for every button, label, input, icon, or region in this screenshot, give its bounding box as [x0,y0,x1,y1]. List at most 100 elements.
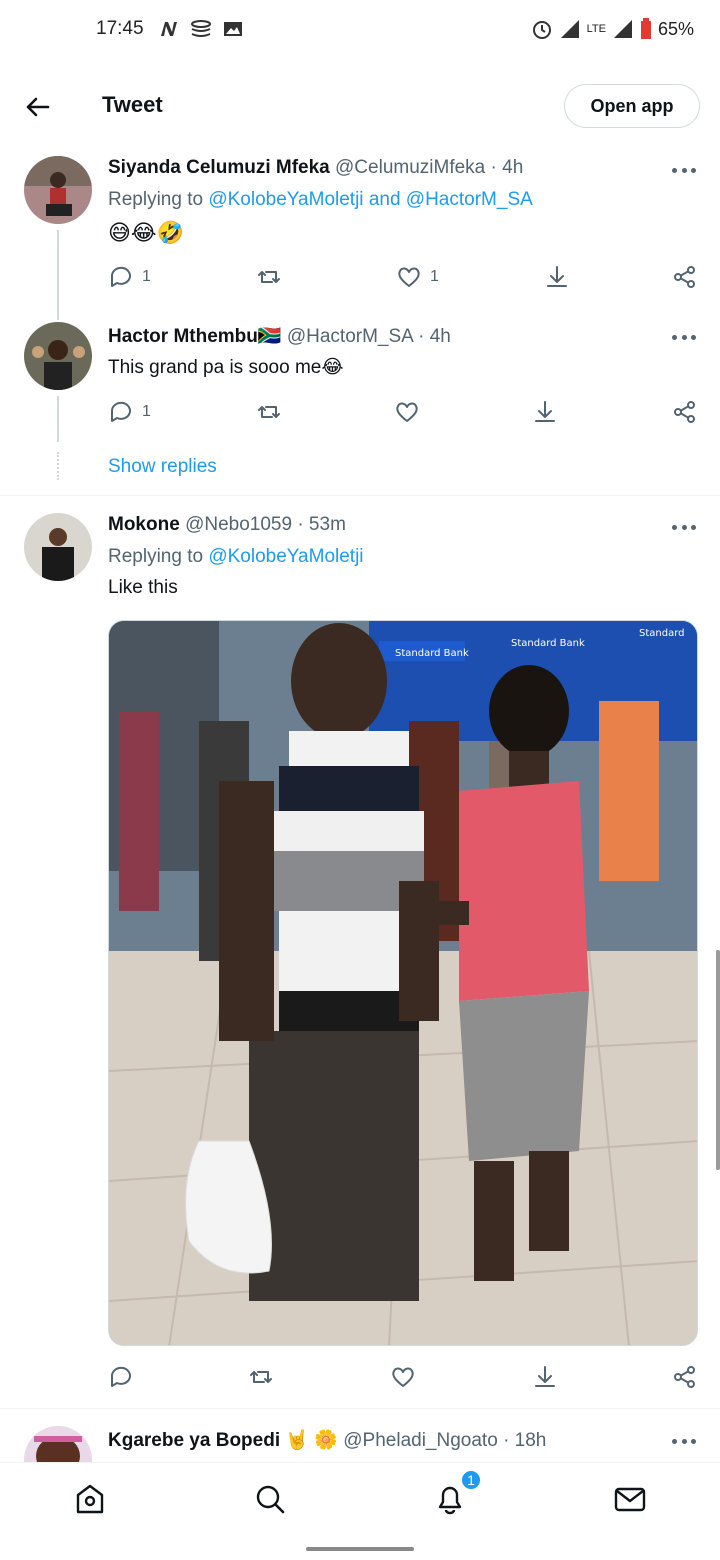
retweet-button[interactable] [256,262,282,292]
like-count: 1 [430,268,439,285]
home-icon[interactable] [72,1481,108,1517]
author-handle[interactable]: @HactorM_SA [287,326,413,347]
reply-icon [110,401,131,422]
avatar[interactable] [24,513,92,581]
notifications-button[interactable]: 1 [432,1469,482,1517]
alarm-icon [532,21,551,39]
avatar[interactable] [24,156,92,224]
mention-link[interactable]: @KolobeYaMoletji [208,546,363,567]
heart-icon [398,267,420,287]
retweet-button[interactable] [248,1362,274,1392]
mention-link[interactable]: @KolobeYaMoletji [208,189,363,210]
tweet-author: Mokone @Nebo1059 · 53m [108,514,346,536]
more-icon[interactable] [672,1436,696,1446]
battery-icon [640,18,651,39]
status-right-icons: LTE 65% [531,18,694,40]
n-icon [161,22,177,36]
bank-sign-2: Standard Bank [511,638,585,649]
signal-icon [560,20,579,38]
avatar[interactable] [24,1426,92,1462]
bottom-nav: 1 [0,1462,720,1536]
name-emoji: 🤘 🌼 [285,1430,338,1451]
heart-icon [392,1367,414,1387]
show-replies-link[interactable]: Show replies [108,456,217,478]
avatar[interactable] [24,322,92,390]
thread-dotted-line [57,452,59,480]
tweet-author: Hactor Mthembu🇿🇦 @HactorM_SA · 4h [108,324,451,348]
scrollbar[interactable] [716,950,720,1170]
bank-sign-1: Standard Bank [395,648,469,659]
tweet-time: · 18h [503,1430,547,1451]
notification-badge: 1 [460,1469,482,1491]
search-icon[interactable] [252,1481,288,1517]
more-icon[interactable] [672,332,696,342]
replying-to: Replying to @KolobeYaMoletji and @Hactor… [108,189,533,211]
heart-icon [396,402,418,422]
reply-count: 1 [142,268,151,285]
flag-emoji: 🇿🇦 [257,326,282,347]
share-button[interactable] [672,1362,698,1392]
thread-line [57,396,59,442]
messages-icon[interactable] [612,1481,648,1517]
open-app-button[interactable]: Open app [564,84,700,128]
download-button[interactable] [544,262,570,292]
status-bar: 17:45 LTE 65% [0,0,720,60]
author-name[interactable]: Mokone [108,514,180,535]
mention-link[interactable]: @HactorM_SA [406,189,533,210]
author-name[interactable]: Hactor Mthembu [108,326,258,347]
bank-sign-3: Standard [639,628,685,639]
download-button[interactable] [532,397,558,427]
lte-label: LTE [586,23,606,35]
share-button[interactable] [672,262,698,292]
replying-to: Replying to @KolobeYaMoletji [108,546,364,568]
more-icon[interactable] [672,165,696,175]
tweet-header: Tweet Open app [0,70,720,144]
reply-count: 1 [142,403,151,420]
tweet-author: Siyanda Celumuzi Mfeka @CelumuziMfeka · … [108,157,523,179]
gesture-bar[interactable] [306,1547,414,1551]
status-left-icons [158,18,244,40]
reply-button[interactable] [108,1362,134,1392]
tweet-text: This grand pa is sooo me😂 [108,357,344,378]
mention-joiner: and [368,189,401,210]
back-arrow-icon[interactable] [22,92,52,122]
tweet-photo[interactable]: Standard Bank Standard Bank Standard [108,620,698,1346]
download-icon [535,401,555,422]
image-icon [224,22,242,36]
author-name[interactable]: Kgarebe ya Bopedi [108,1430,280,1451]
tweet-text: 😅😂🤣 [108,220,185,245]
like-button[interactable]: 1 [396,262,439,292]
thread-line [57,230,59,320]
battery-percent: 65% [657,18,694,39]
reply-button[interactable]: 1 [108,397,151,427]
retweet-button[interactable] [256,397,282,427]
photo-scene: Standard Bank Standard Bank Standard [109,621,697,1345]
stack-icon [191,20,211,37]
reply-button[interactable]: 1 [108,262,151,292]
divider [0,495,720,496]
share-icon [674,1366,695,1388]
share-icon [674,266,695,288]
author-handle[interactable]: @CelumuziMfeka [335,157,485,178]
tweet-actions: 1 [108,397,698,427]
share-button[interactable] [672,397,698,427]
author-name[interactable]: Siyanda Celumuzi Mfeka [108,157,330,178]
tweet-time: · 4h [418,326,451,347]
replying-prefix: Replying to [108,189,204,210]
page-title: Tweet [102,92,163,117]
retweet-icon [250,1371,272,1383]
download-icon [547,266,567,287]
tweet-actions [108,1362,698,1392]
author-handle[interactable]: @Pheladi_Ngoato [343,1430,498,1451]
retweet-icon [258,271,280,283]
tweet-actions: 1 1 [108,262,698,292]
author-handle[interactable]: @Nebo1059 [185,514,292,535]
more-icon[interactable] [672,522,696,532]
download-icon [535,1366,555,1387]
like-button[interactable] [394,397,420,427]
download-button[interactable] [532,1362,558,1392]
like-button[interactable] [390,1362,416,1392]
replying-prefix: Replying to [108,546,204,567]
reply-icon [110,1366,131,1387]
tweet-author: Kgarebe ya Bopedi 🤘 🌼 @Pheladi_Ngoato · … [108,1428,546,1452]
